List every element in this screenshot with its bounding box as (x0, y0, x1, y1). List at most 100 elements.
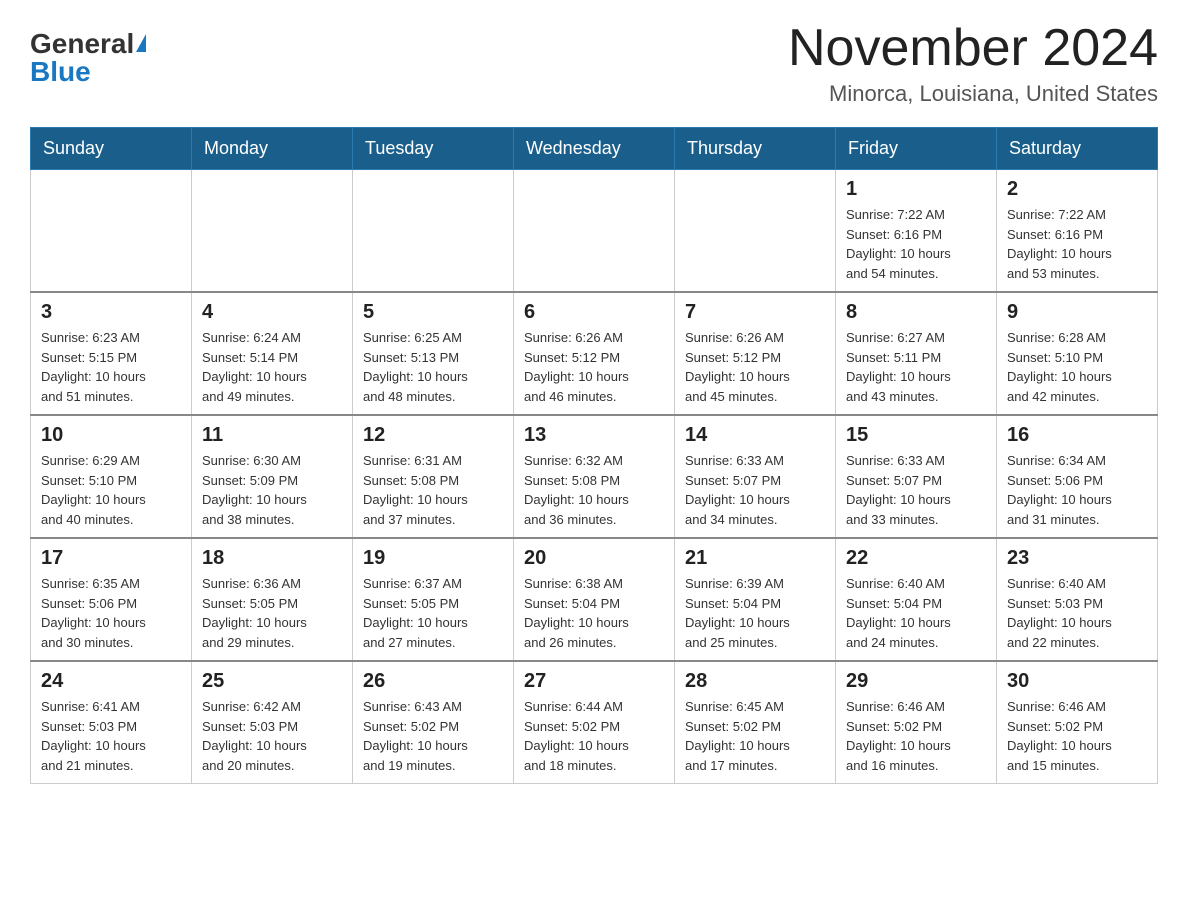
day-number: 9 (1007, 301, 1147, 324)
day-number: 12 (363, 424, 503, 447)
table-row (514, 170, 675, 293)
table-row: 23Sunrise: 6:40 AMSunset: 5:03 PMDayligh… (997, 538, 1158, 661)
day-info: Sunrise: 6:42 AMSunset: 5:03 PMDaylight:… (202, 697, 342, 775)
day-number: 2 (1007, 178, 1147, 201)
day-info: Sunrise: 6:23 AMSunset: 5:15 PMDaylight:… (41, 328, 181, 406)
calendar-week-row: 1 Sunrise: 7:22 AMSunset: 6:16 PMDaylight… (31, 170, 1158, 293)
day-info: Sunrise: 6:37 AMSunset: 5:05 PMDaylight:… (363, 574, 503, 652)
day-info: Sunrise: 6:41 AMSunset: 5:03 PMDaylight:… (41, 697, 181, 775)
table-row: 14 Sunrise: 6:33 AMSunset: 5:07 PMDayligh… (675, 415, 836, 538)
table-row: 24Sunrise: 6:41 AMSunset: 5:03 PMDayligh… (31, 661, 192, 784)
day-number: 23 (1007, 547, 1147, 570)
col-tuesday: Tuesday (353, 128, 514, 170)
table-row: 30 Sunrise: 6:46 AMSunset: 5:02 PMDayligh… (997, 661, 1158, 784)
table-row: 10Sunrise: 6:29 AMSunset: 5:10 PMDayligh… (31, 415, 192, 538)
table-row: 28Sunrise: 6:45 AMSunset: 5:02 PMDayligh… (675, 661, 836, 784)
day-info: Sunrise: 6:34 AMSunset: 5:06 PMDaylight:… (1007, 451, 1147, 529)
calendar-week-row: 17 Sunrise: 6:35 AMSunset: 5:06 PMDayligh… (31, 538, 1158, 661)
day-info: Sunrise: 6:39 AMSunset: 5:04 PMDaylight:… (685, 574, 825, 652)
table-row: 6 Sunrise: 6:26 AMSunset: 5:12 PMDaylight… (514, 292, 675, 415)
table-row: 12 Sunrise: 6:31 AMSunset: 5:08 PMDayligh… (353, 415, 514, 538)
col-monday: Monday (192, 128, 353, 170)
day-info: Sunrise: 7:22 AMSunset: 6:16 PMDaylight:… (846, 205, 986, 283)
col-friday: Friday (836, 128, 997, 170)
table-row (675, 170, 836, 293)
table-row: 19 Sunrise: 6:37 AMSunset: 5:05 PMDayligh… (353, 538, 514, 661)
day-number: 4 (202, 301, 342, 324)
calendar-week-row: 24Sunrise: 6:41 AMSunset: 5:03 PMDayligh… (31, 661, 1158, 784)
calendar-week-row: 10Sunrise: 6:29 AMSunset: 5:10 PMDayligh… (31, 415, 1158, 538)
day-number: 26 (363, 670, 503, 693)
day-info: Sunrise: 6:26 AMSunset: 5:12 PMDaylight:… (524, 328, 664, 406)
day-number: 3 (41, 301, 181, 324)
day-number: 29 (846, 670, 986, 693)
calendar-table: Sunday Monday Tuesday Wednesday Thursday… (30, 127, 1158, 784)
logo-triangle-icon (136, 34, 146, 52)
table-row: 9 Sunrise: 6:28 AMSunset: 5:10 PMDaylight… (997, 292, 1158, 415)
day-info: Sunrise: 6:43 AMSunset: 5:02 PMDaylight:… (363, 697, 503, 775)
logo: General Blue (30, 30, 146, 86)
logo-blue-text: Blue (30, 58, 91, 86)
day-info: Sunrise: 6:24 AMSunset: 5:14 PMDaylight:… (202, 328, 342, 406)
day-number: 15 (846, 424, 986, 447)
page-header: General Blue November 2024 Minorca, Loui… (30, 20, 1158, 107)
col-wednesday: Wednesday (514, 128, 675, 170)
day-number: 7 (685, 301, 825, 324)
day-info: Sunrise: 6:32 AMSunset: 5:08 PMDaylight:… (524, 451, 664, 529)
table-row (31, 170, 192, 293)
day-info: Sunrise: 6:31 AMSunset: 5:08 PMDaylight:… (363, 451, 503, 529)
day-number: 5 (363, 301, 503, 324)
day-number: 6 (524, 301, 664, 324)
table-row: 16Sunrise: 6:34 AMSunset: 5:06 PMDayligh… (997, 415, 1158, 538)
day-info: Sunrise: 6:46 AMSunset: 5:02 PMDaylight:… (846, 697, 986, 775)
day-number: 17 (41, 547, 181, 570)
table-row: 29 Sunrise: 6:46 AMSunset: 5:02 PMDayligh… (836, 661, 997, 784)
day-info: Sunrise: 6:29 AMSunset: 5:10 PMDaylight:… (41, 451, 181, 529)
day-info: Sunrise: 6:33 AMSunset: 5:07 PMDaylight:… (685, 451, 825, 529)
table-row: 15 Sunrise: 6:33 AMSunset: 5:07 PMDayligh… (836, 415, 997, 538)
day-number: 13 (524, 424, 664, 447)
table-row: 21 Sunrise: 6:39 AMSunset: 5:04 PMDayligh… (675, 538, 836, 661)
table-row: 1 Sunrise: 7:22 AMSunset: 6:16 PMDaylight… (836, 170, 997, 293)
day-number: 27 (524, 670, 664, 693)
table-row: 7 Sunrise: 6:26 AMSunset: 5:12 PMDaylight… (675, 292, 836, 415)
day-number: 30 (1007, 670, 1147, 693)
day-number: 11 (202, 424, 342, 447)
day-info: Sunrise: 6:35 AMSunset: 5:06 PMDaylight:… (41, 574, 181, 652)
table-row: 5 Sunrise: 6:25 AMSunset: 5:13 PMDaylight… (353, 292, 514, 415)
table-row: 26 Sunrise: 6:43 AMSunset: 5:02 PMDayligh… (353, 661, 514, 784)
col-thursday: Thursday (675, 128, 836, 170)
col-saturday: Saturday (997, 128, 1158, 170)
table-row: 25 Sunrise: 6:42 AMSunset: 5:03 PMDayligh… (192, 661, 353, 784)
day-number: 18 (202, 547, 342, 570)
day-number: 8 (846, 301, 986, 324)
day-info: Sunrise: 6:28 AMSunset: 5:10 PMDaylight:… (1007, 328, 1147, 406)
day-info: Sunrise: 6:44 AMSunset: 5:02 PMDaylight:… (524, 697, 664, 775)
day-number: 21 (685, 547, 825, 570)
table-row: 3 Sunrise: 6:23 AMSunset: 5:15 PMDaylight… (31, 292, 192, 415)
day-info: Sunrise: 6:25 AMSunset: 5:13 PMDaylight:… (363, 328, 503, 406)
day-number: 1 (846, 178, 986, 201)
table-row: 17 Sunrise: 6:35 AMSunset: 5:06 PMDayligh… (31, 538, 192, 661)
table-row: 4 Sunrise: 6:24 AMSunset: 5:14 PMDaylight… (192, 292, 353, 415)
col-sunday: Sunday (31, 128, 192, 170)
day-info: Sunrise: 6:26 AMSunset: 5:12 PMDaylight:… (685, 328, 825, 406)
table-row: 22Sunrise: 6:40 AMSunset: 5:04 PMDayligh… (836, 538, 997, 661)
calendar-title: November 2024 (788, 20, 1158, 77)
table-row (192, 170, 353, 293)
table-row: 13 Sunrise: 6:32 AMSunset: 5:08 PMDayligh… (514, 415, 675, 538)
day-number: 22 (846, 547, 986, 570)
table-row: 8Sunrise: 6:27 AMSunset: 5:11 PMDaylight… (836, 292, 997, 415)
day-info: Sunrise: 6:33 AMSunset: 5:07 PMDaylight:… (846, 451, 986, 529)
day-info: Sunrise: 6:38 AMSunset: 5:04 PMDaylight:… (524, 574, 664, 652)
day-number: 14 (685, 424, 825, 447)
table-row: 11Sunrise: 6:30 AMSunset: 5:09 PMDayligh… (192, 415, 353, 538)
table-row: 18Sunrise: 6:36 AMSunset: 5:05 PMDayligh… (192, 538, 353, 661)
calendar-header-row: Sunday Monday Tuesday Wednesday Thursday… (31, 128, 1158, 170)
table-row (353, 170, 514, 293)
title-block: November 2024 Minorca, Louisiana, United… (788, 20, 1158, 107)
day-info: Sunrise: 7:22 AMSunset: 6:16 PMDaylight:… (1007, 205, 1147, 283)
day-number: 19 (363, 547, 503, 570)
day-info: Sunrise: 6:46 AMSunset: 5:02 PMDaylight:… (1007, 697, 1147, 775)
day-number: 25 (202, 670, 342, 693)
